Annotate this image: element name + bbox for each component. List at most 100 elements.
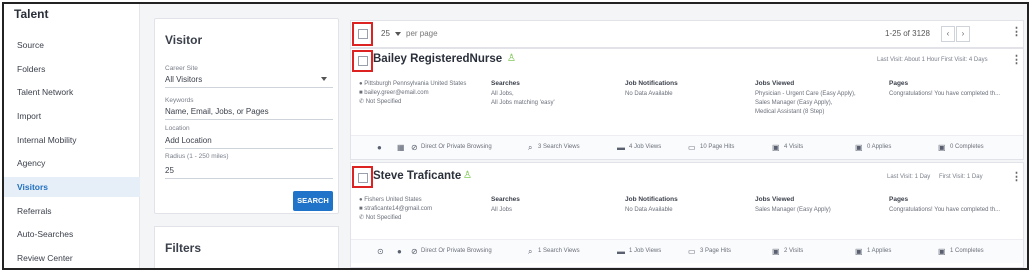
visitor-name[interactable]: Steve Traficante xyxy=(373,170,461,182)
visits-count: 2 Visits xyxy=(784,248,804,254)
calendar-icon: ▣ xyxy=(772,143,780,152)
sidebar-item-folders[interactable]: Folders xyxy=(4,59,140,79)
envelope-icon: ■ xyxy=(359,90,363,96)
jobs-viewed-item: Sales Manager (Easy Apply), xyxy=(755,100,833,106)
sidebar-item-visitors[interactable]: Visitors xyxy=(4,177,140,197)
more-vertical-icon[interactable]: ⋮ xyxy=(1011,172,1022,183)
search-item: All Jobs xyxy=(491,207,513,213)
globe-icon: ⊘ xyxy=(411,143,418,152)
career-site-select[interactable]: All Visitors xyxy=(165,75,333,88)
sidebar-item-source[interactable]: Source xyxy=(4,35,140,55)
last-visit: Last Visit: 1 Day xyxy=(887,174,931,180)
sidebar-item-auto-searches[interactable]: Auto-Searches xyxy=(4,224,140,244)
pages-value: Congratulations! You have completed th..… xyxy=(889,207,1001,213)
search-icon: ⌕ xyxy=(528,143,533,152)
location-label: Location xyxy=(165,125,190,132)
job-notifications-heading: Job Notifications xyxy=(625,80,678,87)
sidebar-item-internal-mobility[interactable]: Internal Mobility xyxy=(4,130,140,150)
last-visit: Last Visit: About 1 Hour xyxy=(877,57,940,63)
visitor-filter-panel: Visitor Career Site All Visitors Keyword… xyxy=(154,18,339,214)
pages-heading: Pages xyxy=(889,196,909,203)
applies-count: 0 Applies xyxy=(867,144,892,150)
job-views: 4 Job Views xyxy=(629,144,662,150)
safari-icon: ⊙ xyxy=(377,247,384,256)
highlight-box xyxy=(352,22,373,46)
career-site-label: Career Site xyxy=(165,65,198,72)
person-icon: ♙ xyxy=(507,53,516,64)
filters-panel: Filters xyxy=(154,226,339,268)
sidebar: Talent Source Folders Talent Network Imp… xyxy=(4,4,140,268)
sidebar-item-referrals[interactable]: Referrals xyxy=(4,201,140,221)
sidebar-item-review-center[interactable]: Review Center xyxy=(4,248,140,268)
browsing-type: Direct Or Private Browsing xyxy=(421,248,492,254)
map-pin-icon: ● xyxy=(359,81,363,87)
first-visit: First Visit: 1 Day xyxy=(939,174,983,180)
visitor-stats-bar: ● ▦ ⊘ Direct Or Private Browsing ⌕ 3 Sea… xyxy=(351,135,1023,159)
visitor-location: ● Pittsburgh Pennsylvania United States xyxy=(359,81,467,87)
job-notifications-heading: Job Notifications xyxy=(625,196,678,203)
location-input[interactable]: Add Location xyxy=(165,136,333,149)
apple-icon: ● xyxy=(397,247,402,256)
filters-title: Filters xyxy=(165,241,202,255)
radius-input[interactable]: 25 xyxy=(165,166,333,179)
highlight-box xyxy=(352,166,373,188)
visitor-stats-bar: ⊙ ● ⊘ Direct Or Private Browsing ⌕ 1 Sea… xyxy=(351,239,1023,263)
search-item: All Jobs, xyxy=(491,91,514,97)
visitor-card: Steve Traficante ♙ Last Visit: 1 Day Fir… xyxy=(350,162,1024,268)
chevron-down-icon xyxy=(395,32,401,36)
search-item: All Jobs matching 'easy' xyxy=(491,100,555,106)
visitor-phone: ✆ Not Specified xyxy=(359,215,402,221)
search-button[interactable]: SEARCH xyxy=(293,191,333,211)
chrome-icon: ● xyxy=(377,143,382,152)
jobs-viewed-item: Sales Manager (Easy Apply) xyxy=(755,207,831,213)
visitor-phone: ✆ Not Specified xyxy=(359,99,402,105)
browsing-type: Direct Or Private Browsing xyxy=(421,144,492,150)
calendar-icon: ▣ xyxy=(855,247,863,256)
searches-heading: Searches xyxy=(491,196,520,203)
sidebar-item-import[interactable]: Import xyxy=(4,106,140,126)
visitor-panel-title: Visitor xyxy=(165,33,203,47)
search-icon: ⌕ xyxy=(528,247,533,256)
sidebar-item-agency[interactable]: Agency xyxy=(4,153,140,173)
envelope-icon: ■ xyxy=(359,206,363,212)
visits-count: 4 Visits xyxy=(784,144,804,150)
calendar-icon: ▣ xyxy=(938,247,946,256)
jobs-viewed-item: Physician - Urgent Care (Easy Apply), xyxy=(755,91,856,97)
more-vertical-icon[interactable]: ⋮ xyxy=(1011,55,1022,66)
per-page-label: per page xyxy=(406,29,438,38)
briefcase-icon: ▬ xyxy=(617,247,625,256)
first-visit: First Visit: 4 Days xyxy=(941,57,988,63)
sidebar-item-talent-network[interactable]: Talent Network xyxy=(4,82,140,102)
calendar-icon: ▣ xyxy=(772,247,780,256)
calendar-icon: ▣ xyxy=(855,143,863,152)
visitor-name[interactable]: Bailey RegisteredNurse xyxy=(373,53,502,65)
prev-page-button[interactable]: ‹ xyxy=(941,26,955,42)
job-views: 1 Job Views xyxy=(629,248,662,254)
phone-icon: ✆ xyxy=(359,215,365,221)
jobs-viewed-heading: Jobs Viewed xyxy=(755,196,795,203)
more-vertical-icon[interactable]: ⋮ xyxy=(1011,27,1022,38)
radius-label: Radius (1 - 250 miles) xyxy=(165,153,229,160)
per-page-select[interactable]: 25 xyxy=(381,29,390,38)
briefcase-icon: ▬ xyxy=(617,143,625,152)
pages-value: Congratulations! You have completed th..… xyxy=(889,91,1001,97)
jobs-viewed-item: Medical Assistant (8 Step) xyxy=(755,109,825,115)
visitor-email: ■ bailey.greer@email.com xyxy=(359,90,429,96)
search-views: 3 Search Views xyxy=(538,144,580,150)
app-window: Talent Source Folders Talent Network Imp… xyxy=(2,2,1029,270)
results-toolbar: 25 per page 1-25 of 3128 ‹ › ⋮ xyxy=(350,20,1024,48)
visitor-email: ■ straficante14@gmail.com xyxy=(359,206,433,212)
visitor-location: ● Fishers United States xyxy=(359,197,422,203)
keywords-label: Keywords xyxy=(165,97,194,104)
search-views: 1 Search Views xyxy=(538,248,580,254)
next-page-button[interactable]: › xyxy=(956,26,970,42)
page-icon: ▭ xyxy=(688,143,696,152)
keywords-input[interactable]: Name, Email, Jobs, or Pages xyxy=(165,107,333,120)
globe-icon: ⊘ xyxy=(411,247,418,256)
highlight-box xyxy=(352,50,373,72)
sidebar-title: Talent xyxy=(14,7,49,21)
chevron-down-icon xyxy=(321,77,327,81)
visitor-card: Bailey RegisteredNurse ♙ Last Visit: Abo… xyxy=(350,48,1024,160)
completes-count: 1 Completes xyxy=(950,248,984,254)
person-icon: ♙ xyxy=(463,170,472,181)
